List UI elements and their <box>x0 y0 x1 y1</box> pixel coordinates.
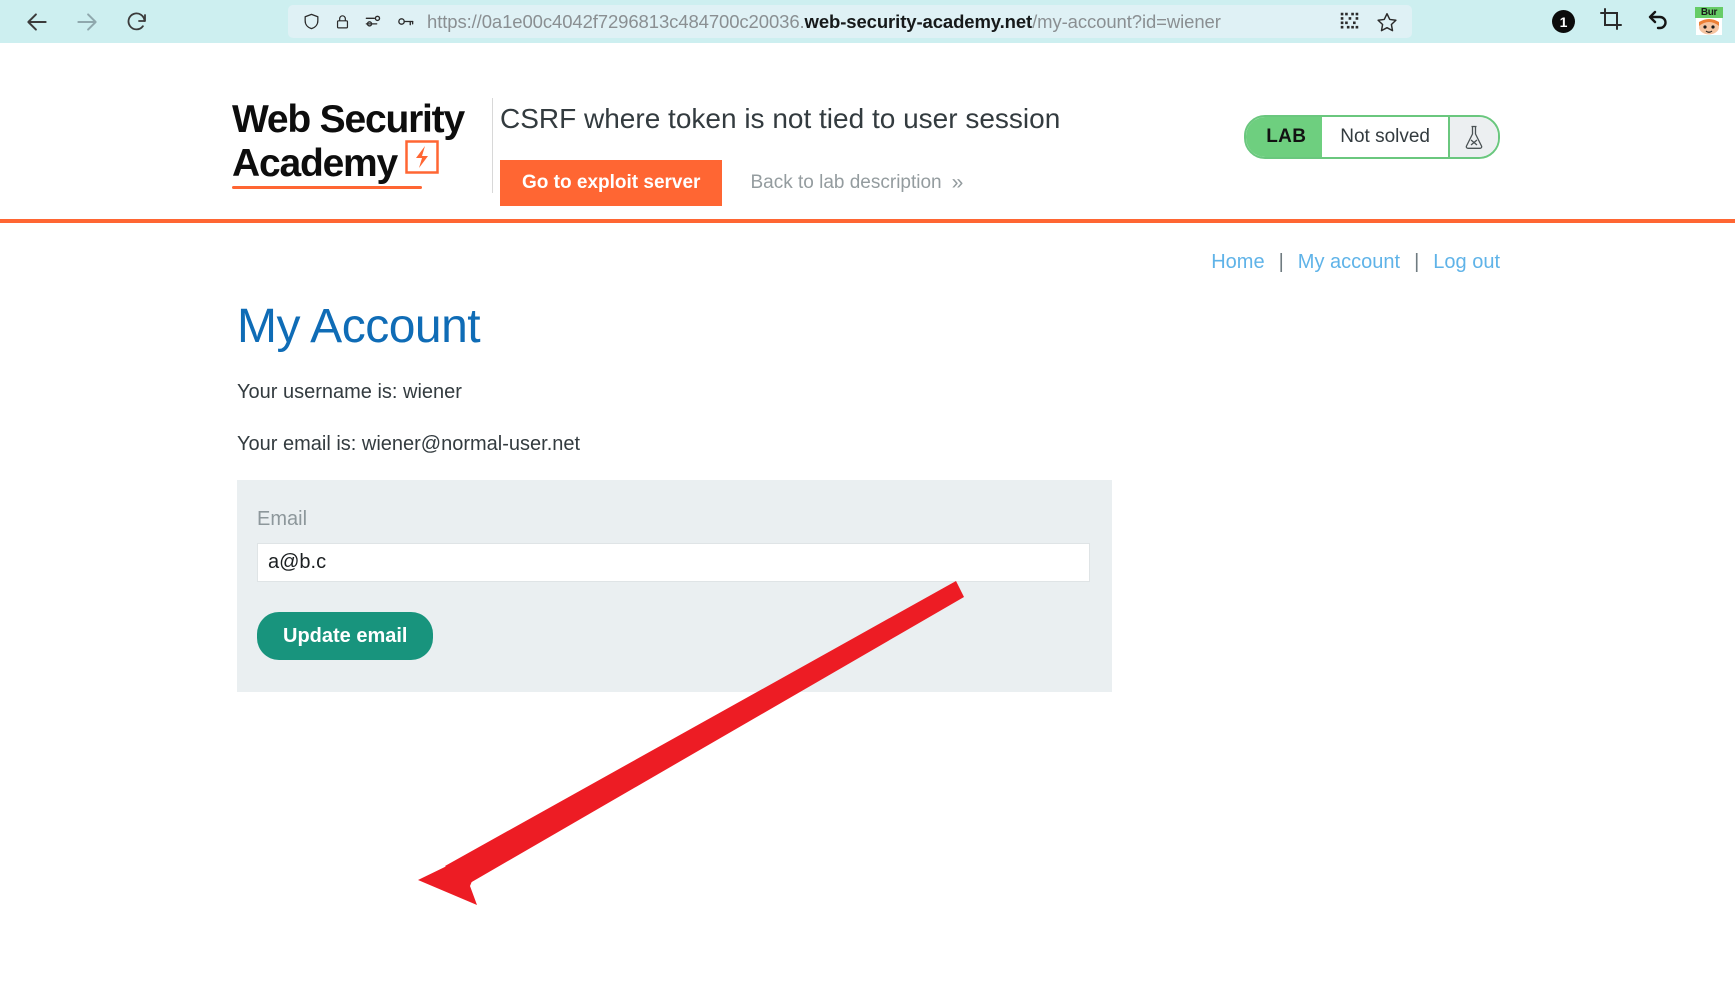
site-header: Web Security Academy CSRF where token is… <box>0 43 1735 219</box>
account-navigation: Home | My account | Log out <box>1211 251 1500 274</box>
page-body: Home | My account | Log out My Account Y… <box>0 223 1735 905</box>
url-prefix: https://0a1e00c4042f7296813c484700c20036… <box>427 10 805 32</box>
shield-icon[interactable] <box>302 12 321 31</box>
address-bar-icons <box>296 12 427 31</box>
undo-arrow-icon[interactable] <box>1647 7 1671 36</box>
header-actions: Go to exploit server Back to lab descrip… <box>500 160 963 206</box>
flask-not-solved-icon <box>1448 117 1498 157</box>
lab-status-badge: LAB Not solved <box>1244 115 1500 159</box>
burp-extension-label: Bur <box>1695 6 1723 18</box>
email-line: Your email is: wiener@normal-user.net <box>237 433 581 455</box>
email-field-label: Email <box>257 508 308 530</box>
logo-line-2-wrapper: Academy <box>232 140 484 184</box>
update-email-button[interactable]: Update email <box>257 612 434 660</box>
nav-separator-2: | <box>1414 251 1420 273</box>
back-to-lab-description-link[interactable]: Back to lab description » <box>750 171 963 195</box>
site-settings-icon[interactable] <box>364 12 383 31</box>
lightning-bolt-icon <box>405 140 439 182</box>
reload-icon <box>125 10 149 34</box>
nav-link-my-account[interactable]: My account <box>1298 251 1400 274</box>
back-to-lab-label: Back to lab description <box>750 172 942 193</box>
logo-line-2: Academy <box>232 142 398 185</box>
go-to-exploit-server-button[interactable]: Go to exploit server <box>500 160 723 206</box>
notification-count-badge[interactable]: 1 <box>1552 10 1575 33</box>
address-bar[interactable]: https://0a1e00c4042f7296813c484700c20036… <box>288 5 1412 38</box>
navigation-buttons <box>0 7 152 37</box>
lab-status-text: Not solved <box>1322 117 1448 157</box>
logo-line-1: Web Security <box>232 98 465 141</box>
arrow-left-icon <box>24 9 50 35</box>
browser-toolbar: https://0a1e00c4042f7296813c484700c20036… <box>0 0 1735 43</box>
update-email-form: Email Update email <box>237 480 1112 692</box>
lab-title: CSRF where token is not tied to user ses… <box>500 103 1061 134</box>
url-host: web-security-academy.net <box>804 10 1033 32</box>
lab-tag-label: LAB <box>1246 117 1323 157</box>
username-line: Your username is: wiener <box>237 381 462 403</box>
main-content: My Account Your username is: wiener Your… <box>237 301 1112 692</box>
page-title: My Account <box>237 300 481 353</box>
padlock-icon[interactable] <box>334 13 351 30</box>
burp-extension-icon <box>1696 17 1722 35</box>
star-icon[interactable] <box>1376 11 1398 33</box>
nav-separator-1: | <box>1278 251 1284 273</box>
site-logo[interactable]: Web Security Academy <box>232 100 484 189</box>
qr-code-icon[interactable] <box>1339 11 1360 32</box>
key-icon[interactable] <box>396 12 415 31</box>
header-divider <box>492 98 493 193</box>
back-button[interactable] <box>22 7 52 37</box>
nav-link-home[interactable]: Home <box>1211 251 1264 274</box>
url-text[interactable]: https://0a1e00c4042f7296813c484700c20036… <box>427 11 1339 33</box>
arrow-right-icon <box>74 9 100 35</box>
reload-button[interactable] <box>122 7 152 37</box>
logo-underline <box>232 186 422 189</box>
email-input[interactable] <box>257 543 1090 582</box>
url-path: /my-account?id=wiener <box>1032 10 1221 32</box>
address-bar-actions <box>1339 11 1404 33</box>
burp-suite-extension-button[interactable]: Bur <box>1695 6 1723 37</box>
chevron-right-icon: » <box>951 171 964 194</box>
nav-link-log-out[interactable]: Log out <box>1433 251 1500 274</box>
crop-icon[interactable] <box>1599 7 1623 36</box>
forward-button[interactable] <box>72 7 102 37</box>
browser-extensions-area: 1 Bur <box>1552 0 1723 43</box>
